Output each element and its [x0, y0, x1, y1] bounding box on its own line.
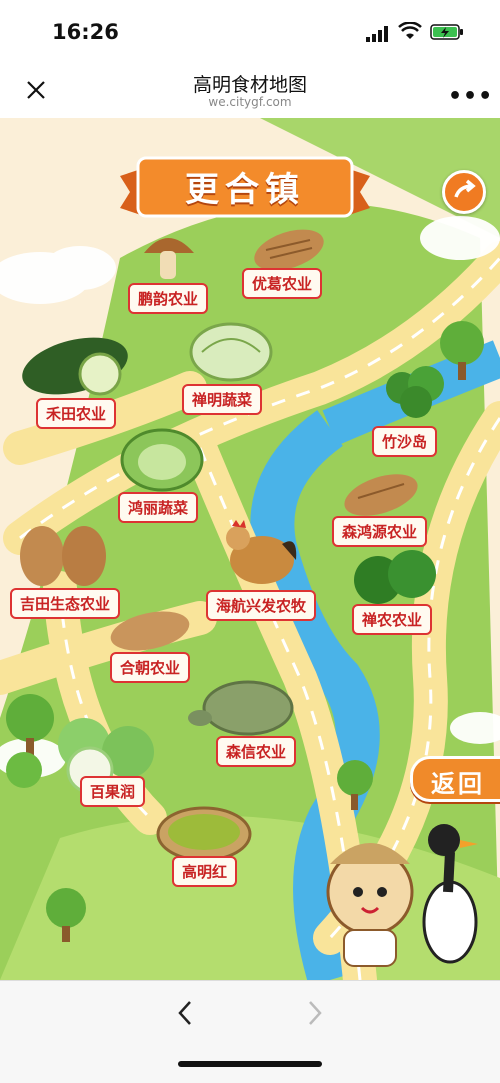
location-baiguorun[interactable]: 百果润: [80, 776, 146, 807]
mushroom-icon[interactable]: [138, 223, 200, 285]
wifi-icon: [398, 22, 422, 39]
rooster-icon[interactable]: [218, 514, 300, 592]
status-bar: 16:26: [0, 0, 500, 62]
location-hechao[interactable]: 合朝农业: [110, 652, 191, 683]
more-menu-icon[interactable]: •••: [448, 84, 493, 109]
cucumber-icon[interactable]: [20, 336, 130, 398]
cellular-signal-icon: [366, 26, 388, 42]
location-senxin[interactable]: 森信农业: [216, 736, 297, 767]
share-icon[interactable]: [442, 170, 486, 214]
location-chanming[interactable]: 禅明蔬菜: [182, 384, 263, 415]
page-title: 高明食材地图: [192, 74, 307, 96]
location-hetian[interactable]: 禾田农业: [36, 398, 117, 429]
back-button-label: 返回: [431, 770, 485, 798]
root-vegetable-icon[interactable]: [108, 606, 192, 656]
back-button[interactable]: 返回: [410, 756, 500, 802]
food-map: 更合镇 鹏韵农业 优葛农业 禾田农业 禅明蔬菜 竹沙岛 鸿丽蔬菜 森鸿源农业 海…: [0, 118, 500, 980]
status-time: 16:26: [52, 20, 119, 44]
location-pengyun[interactable]: 鹏韵农业: [128, 283, 209, 314]
location-channong[interactable]: 禅农农业: [352, 604, 433, 635]
location-hongli[interactable]: 鸿丽蔬菜: [118, 492, 199, 523]
town-title: 更合镇: [185, 170, 305, 210]
page-domain: we.citygf.com: [208, 95, 292, 109]
location-youge[interactable]: 优葛农业: [242, 268, 323, 299]
cabbage-icon[interactable]: [120, 426, 204, 492]
green-fruit-icon[interactable]: [350, 548, 440, 604]
location-zhushadao[interactable]: 竹沙岛: [372, 426, 438, 457]
home-indicator: [178, 1061, 322, 1067]
yam-icon[interactable]: [340, 470, 422, 520]
tea-basket-icon[interactable]: [156, 806, 252, 862]
taro-icon[interactable]: [14, 522, 112, 588]
location-haihang[interactable]: 海航兴发农牧: [206, 590, 317, 621]
battery-charging-icon: [430, 24, 463, 40]
back-arrow-icon[interactable]: [176, 999, 194, 1027]
title-bar: 高明食材地图 we.citygf.com •••: [0, 62, 500, 118]
turtle-icon[interactable]: [186, 678, 300, 740]
location-gaominghong[interactable]: 高明红: [172, 856, 238, 887]
location-senhongyuan[interactable]: 森鸿源农业: [332, 516, 428, 547]
browser-toolbar: [0, 980, 500, 1083]
forward-arrow-icon[interactable]: [306, 999, 324, 1027]
water-spinach-icon[interactable]: [382, 364, 452, 424]
napa-cabbage-icon[interactable]: [188, 316, 274, 386]
mascot-characters: [326, 824, 478, 967]
location-jitian[interactable]: 吉田生态农业: [10, 588, 121, 619]
kudzu-root-icon[interactable]: [250, 226, 328, 274]
